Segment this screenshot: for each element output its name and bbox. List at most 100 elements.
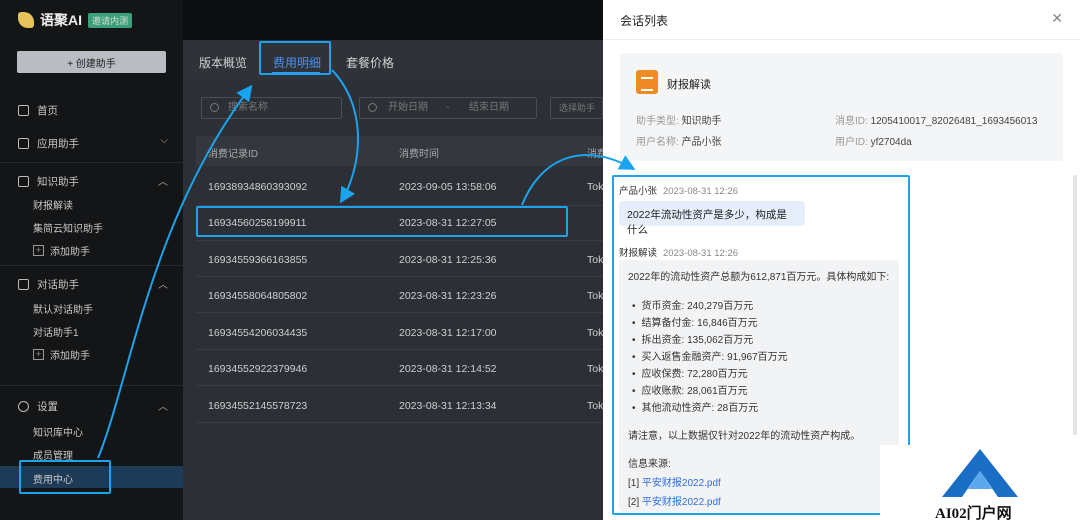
nav-settings-label: 设置: [37, 401, 58, 413]
search-icon: [210, 103, 219, 112]
chevron-up-icon: ︿: [158, 280, 168, 291]
select-assistant[interactable]: 选择助手: [550, 97, 603, 119]
highlight-billing-tab: [259, 41, 331, 75]
row-3-time: 2023-08-31 12:23:26: [399, 290, 497, 302]
document-icon: [18, 176, 29, 187]
row-divider: [196, 312, 603, 313]
meta-uid-label: 用户ID:: [835, 137, 868, 148]
scrollbar[interactable]: [1073, 175, 1077, 435]
nav-home-label: 首页: [37, 105, 58, 117]
sidebar-item-caibao[interactable]: 财报解读: [33, 197, 73, 212]
sidebar-divider: [0, 265, 183, 266]
search-input[interactable]: 搜索名称: [201, 97, 342, 119]
row-4-id: 16934554206034435: [208, 327, 308, 339]
date-start: 开始日期: [388, 102, 428, 113]
sidebar-item-jijianyun[interactable]: 集简云知识助手: [33, 220, 103, 235]
meta-user-id: 用户ID: yf2704da: [835, 133, 912, 148]
nav-app-assistant[interactable]: 应用助手 ⌵: [18, 135, 168, 151]
meta-type-value: 知识助手: [681, 116, 722, 127]
meta-msg-label: 消息ID:: [835, 116, 868, 127]
meta-user-value: 产品小张: [681, 137, 722, 148]
row-6-id: 16934552145578723: [208, 400, 308, 412]
home-icon: [18, 105, 29, 116]
sidebar-divider: [0, 162, 183, 163]
add-knowledge-assistant[interactable]: + 添加助手: [33, 243, 90, 258]
meta-msg-id: 消息ID: 1205410017_82026481_1693456013: [835, 112, 1037, 127]
plus-icon: +: [33, 245, 44, 256]
add-dialog-assistant[interactable]: + 添加助手: [33, 347, 90, 362]
tab-version-overview[interactable]: 版本概览: [199, 54, 247, 71]
search-placeholder: 搜索名称: [228, 102, 268, 113]
row-divider: [196, 240, 603, 241]
date-end: 结束日期: [469, 102, 509, 113]
sidebar: 语聚AI 邀请内测 + 创建助手 首页 应用助手 ⌵ 知识助手 ︿ 财报解读 集…: [0, 0, 183, 520]
row-0-type: Tok: [587, 181, 604, 193]
add-label: 添加助手: [50, 247, 90, 258]
nav-dialog-assistant[interactable]: 对话助手 ︿: [18, 277, 168, 292]
document-icon: [636, 70, 658, 94]
row-3-id: 16934558064805802: [208, 290, 308, 302]
plus-icon: +: [33, 349, 44, 360]
nav-dialog-label: 对话助手: [37, 279, 79, 291]
close-icon[interactable]: ✕: [1051, 10, 1063, 27]
row-4-time: 2023-08-31 12:17:00: [399, 327, 497, 339]
row-divider: [196, 385, 603, 386]
meta-msg-value: 1205410017_82026481_1693456013: [870, 116, 1038, 127]
drawer-divider: [603, 39, 1080, 40]
nav-knowledge-label: 知识助手: [37, 176, 79, 188]
highlight-record-row: [196, 206, 568, 237]
sidebar-item-kb-center[interactable]: 知识库中心: [33, 424, 83, 439]
chevron-up-icon: ︿: [158, 177, 168, 188]
meta-type: 助手类型: 知识助手: [636, 112, 722, 127]
col-record-id: 消费记录ID: [208, 149, 258, 160]
row-2-type: Tok: [587, 254, 604, 266]
row-divider: [196, 349, 603, 350]
sidebar-item-default-dialog[interactable]: 默认对话助手: [33, 301, 93, 316]
tab-plan-price[interactable]: 套餐价格: [346, 54, 394, 71]
meta-user-label: 用户名称:: [636, 137, 679, 148]
highlight-conversation: [612, 175, 910, 515]
col-time: 消费时间: [399, 149, 439, 160]
nav-knowledge-assistant[interactable]: 知识助手 ︿: [18, 174, 168, 189]
nav-app-assistant-label: 应用助手: [37, 138, 79, 150]
row-5-type: Tok: [587, 363, 604, 375]
add-label: 添加助手: [50, 351, 90, 362]
row-5-id: 16934552922379946: [208, 363, 308, 375]
clock-icon: [368, 103, 377, 112]
date-range-picker[interactable]: 开始日期 - 结束日期: [359, 97, 537, 119]
drawer-title: 会话列表: [620, 14, 669, 28]
cube-icon: [18, 138, 29, 149]
watermark-text: AI02门户网: [935, 506, 1012, 520]
top-bar: [183, 0, 603, 40]
row-2-time: 2023-08-31 12:25:36: [399, 254, 497, 266]
chevron-up-icon: ︿: [158, 402, 168, 413]
beta-badge: 邀请内测: [88, 12, 133, 28]
create-assistant-button[interactable]: + 创建助手: [17, 51, 166, 73]
sidebar-divider: [0, 385, 183, 386]
chat-icon: [18, 279, 29, 290]
assistant-name: 财报解读: [667, 79, 711, 91]
row-divider: [196, 422, 603, 423]
chevron-down-icon: ⌵: [160, 135, 168, 146]
meta-uid-value: yf2704da: [870, 137, 912, 148]
highlight-billing-center: [19, 460, 111, 494]
gear-icon: [18, 401, 29, 412]
row-5-time: 2023-08-31 12:14:52: [399, 363, 497, 375]
row-6-type: Tok: [587, 400, 604, 412]
meta-user-name: 用户名称: 产品小张: [636, 133, 722, 148]
app-logo: 语聚AI 邀请内测: [18, 10, 133, 30]
row-4-type: Tok: [587, 327, 604, 339]
nav-home[interactable]: 首页: [18, 103, 168, 118]
row-3-type: Tok: [587, 290, 604, 302]
sidebar-item-dialog1[interactable]: 对话助手1: [33, 324, 79, 339]
row-0-time: 2023-09-05 13:58:06: [399, 181, 497, 193]
meta-type-label: 助手类型:: [636, 116, 679, 127]
nav-settings[interactable]: 设置 ︿: [18, 399, 168, 414]
row-divider: [196, 276, 603, 277]
conversation-info-card: 财报解读 助手类型: 知识助手 消息ID: 1205410017_8202648…: [620, 53, 1063, 161]
row-6-time: 2023-08-31 12:13:34: [399, 400, 497, 412]
row-0-id: 16938934860393092: [208, 181, 308, 193]
date-separator: -: [446, 102, 450, 113]
row-2-id: 16934559366163855: [208, 254, 308, 266]
app-name: 语聚AI: [40, 12, 82, 28]
